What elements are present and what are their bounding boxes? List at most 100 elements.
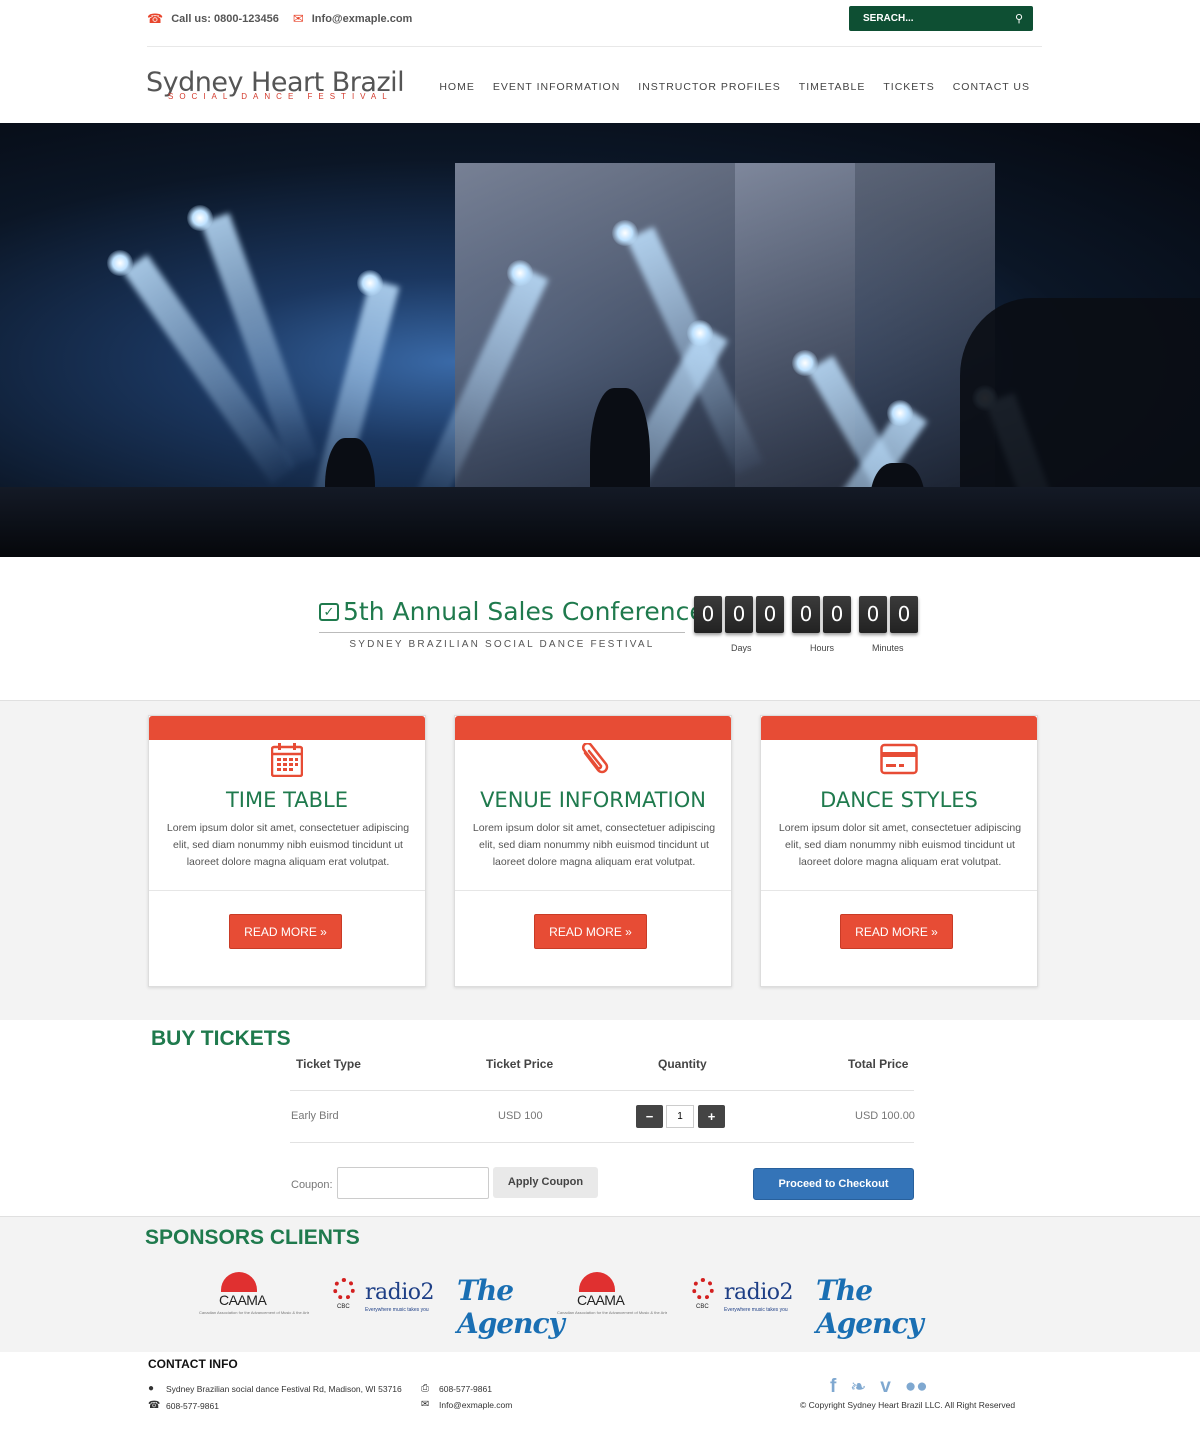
feature-title: TIME TABLE — [225, 788, 349, 812]
countdown-digit: 0 — [756, 596, 784, 633]
paperclip-icon — [455, 742, 731, 782]
search-input[interactable] — [863, 13, 993, 24]
sponsor-name: radio2 — [724, 1280, 794, 1305]
sponsor-tagline: Canadian Association for the Advancement… — [199, 1310, 309, 1315]
sponsor-tagline: Canadian Association for the Advancement… — [557, 1310, 667, 1315]
proceed-to-checkout-button[interactable]: Proceed to Checkout — [753, 1168, 914, 1200]
envelope-icon: ✉ — [292, 11, 304, 26]
sponsor-name: CAAMA — [219, 1292, 267, 1308]
countdown-digit: 0 — [694, 596, 722, 633]
column-header-ticket-type: Ticket Type — [296, 1057, 361, 1071]
sponsor-logo-caama[interactable]: CAAMA Canadian Association for the Advan… — [199, 1270, 311, 1318]
column-header-total-price: Total Price — [848, 1057, 909, 1071]
column-header-ticket-price: Ticket Price — [486, 1057, 554, 1071]
quantity-input[interactable] — [666, 1105, 694, 1128]
facebook-icon[interactable]: f — [830, 1376, 836, 1399]
feature-text: Lorem ipsum dolor sit amet, consectetuer… — [166, 822, 410, 868]
sponsors-title: SPONSORS CLIENTS — [145, 1226, 360, 1249]
event-heading: ✓ 5th Annual Sales Conference — [319, 597, 705, 626]
sponsor-logo-caama[interactable]: CAAMA Canadian Association for the Advan… — [557, 1270, 669, 1318]
site-logo[interactable]: Sydney Heart Brazil SOCIAL DANCE FESTIVA… — [146, 68, 405, 102]
countdown-timer: 0 0 0 0 0 0 0 — [694, 596, 921, 633]
fax-text: 608-577-9861 — [439, 1383, 492, 1394]
social-links: f ❧ v ●● — [830, 1376, 928, 1399]
nav-home[interactable]: HOME — [439, 81, 475, 93]
phone-icon: ☎ — [148, 1400, 161, 1411]
feature-card-dance-styles: DANCE STYLES Lorem ipsum dolor sit amet,… — [760, 715, 1038, 987]
countdown-label-minutes: Minutes — [872, 643, 904, 653]
coupon-input[interactable] — [337, 1167, 489, 1199]
map-pin-icon: ● — [148, 1383, 155, 1394]
read-more-button[interactable]: READ MORE » — [840, 914, 953, 949]
event-title: 5th Annual Sales Conference — [343, 597, 705, 626]
divider — [319, 632, 685, 633]
read-more-button[interactable]: READ MORE » — [534, 914, 647, 949]
address-text: Sydney Brazilian social dance Festival R… — [166, 1383, 402, 1394]
sponsor-logo-agency[interactable]: The Agency — [816, 1270, 924, 1340]
table-divider — [290, 1090, 914, 1091]
nav-tickets[interactable]: TICKETS — [883, 81, 934, 93]
email-link[interactable]: Info@exmaple.com — [439, 1400, 512, 1410]
search-icon[interactable]: ⚲ — [1015, 12, 1023, 25]
footer-address: ● Sydney Brazilian social dance Festival… — [148, 1383, 402, 1394]
phone-text: 608-577-9861 — [166, 1400, 219, 1411]
cbc-gem-icon — [333, 1278, 355, 1300]
countdown-digit: 0 — [823, 596, 851, 633]
nav-instructor-profiles[interactable]: INSTRUCTOR PROFILES — [638, 81, 781, 93]
countdown-digit: 0 — [792, 596, 820, 633]
hero-concert-image — [0, 123, 1200, 557]
feature-title: VENUE INFORMATION — [480, 788, 706, 812]
feature-text: Lorem ipsum dolor sit amet, consectetuer… — [472, 822, 716, 868]
countdown-digit: 0 — [859, 596, 887, 633]
quantity-decrease-button[interactable]: − — [636, 1105, 663, 1128]
nav-timetable[interactable]: TIMETABLE — [799, 81, 866, 93]
nav-contact-us[interactable]: CONTACT US — [953, 81, 1030, 93]
phone-icon: ☎ — [147, 11, 164, 26]
footer-email: ✉ Info@exmaple.com — [421, 1399, 512, 1410]
countdown-label-days: Days — [731, 643, 752, 653]
cbc-gem-icon — [692, 1278, 714, 1300]
sponsor-logo-agency[interactable]: The Agency — [457, 1270, 565, 1340]
phone-text: Call us: 0800-123456 — [171, 13, 279, 25]
sponsor-tagline: Everywhere music takes you — [365, 1307, 429, 1313]
ticket-price-cell: USD 100 — [498, 1110, 543, 1122]
sponsor-name: The Agency — [816, 1274, 924, 1340]
sponsor-logo-cbc-radio2[interactable]: CBC radio2 Everywhere music takes you — [331, 1270, 441, 1318]
search-box[interactable]: ⚲ — [849, 6, 1033, 31]
main-nav: HOME EVENT INFORMATION INSTRUCTOR PROFIL… — [421, 81, 1030, 93]
feature-text: Lorem ipsum dolor sit amet, consectetuer… — [778, 822, 1022, 868]
top-bar: ☎ Call us: 0800-123456 ✉ Info@exmaple.co… — [0, 0, 1200, 47]
divider — [147, 46, 1042, 47]
cbc-label: CBC — [696, 1304, 709, 1310]
top-contact: ☎ Call us: 0800-123456 ✉ Info@exmaple.co… — [147, 11, 412, 27]
ticket-type-cell: Early Bird — [291, 1110, 339, 1122]
feature-card-timetable: TIME TABLE Lorem ipsum dolor sit amet, c… — [148, 715, 426, 987]
cbc-label: CBC — [337, 1304, 350, 1310]
countdown-digit: 0 — [890, 596, 918, 633]
footer-phone: ☎ 608-577-9861 — [148, 1400, 219, 1411]
event-subtitle: SYDNEY BRAZILIAN SOCIAL DANCE FESTIVAL — [349, 639, 655, 650]
apply-coupon-button[interactable]: Apply Coupon — [493, 1167, 598, 1198]
credit-card-icon — [761, 743, 1037, 780]
sponsor-tagline: Everywhere music takes you — [724, 1307, 788, 1313]
feature-card-venue: VENUE INFORMATION Lorem ipsum dolor sit … — [454, 715, 732, 987]
twitter-icon[interactable]: ❧ — [850, 1376, 866, 1399]
read-more-button[interactable]: READ MORE » — [229, 914, 342, 949]
sponsor-logo-cbc-radio2[interactable]: CBC radio2 Everywhere music takes you — [690, 1270, 800, 1318]
copyright-text: © Copyright Sydney Heart Brazil LLC. All… — [800, 1400, 1016, 1410]
printer-icon: ⎙ — [421, 1383, 429, 1394]
sponsor-name: CAAMA — [577, 1292, 625, 1308]
email-link[interactable]: Info@exmaple.com — [312, 13, 413, 25]
coupon-label: Coupon: — [291, 1179, 333, 1191]
quantity-increase-button[interactable]: + — [698, 1105, 725, 1128]
countdown-label-hours: Hours — [810, 643, 835, 653]
stage — [0, 487, 1200, 557]
total-price-cell: USD 100.00 — [855, 1110, 915, 1122]
envelope-icon: ✉ — [421, 1399, 430, 1410]
table-divider — [290, 1142, 914, 1143]
vimeo-icon[interactable]: v — [880, 1376, 891, 1399]
flickr-icon[interactable]: ●● — [905, 1376, 928, 1399]
logo-subtitle: SOCIAL DANCE FESTIVAL — [168, 92, 393, 101]
nav-event-information[interactable]: EVENT INFORMATION — [493, 81, 620, 93]
calendar-icon — [149, 743, 425, 782]
